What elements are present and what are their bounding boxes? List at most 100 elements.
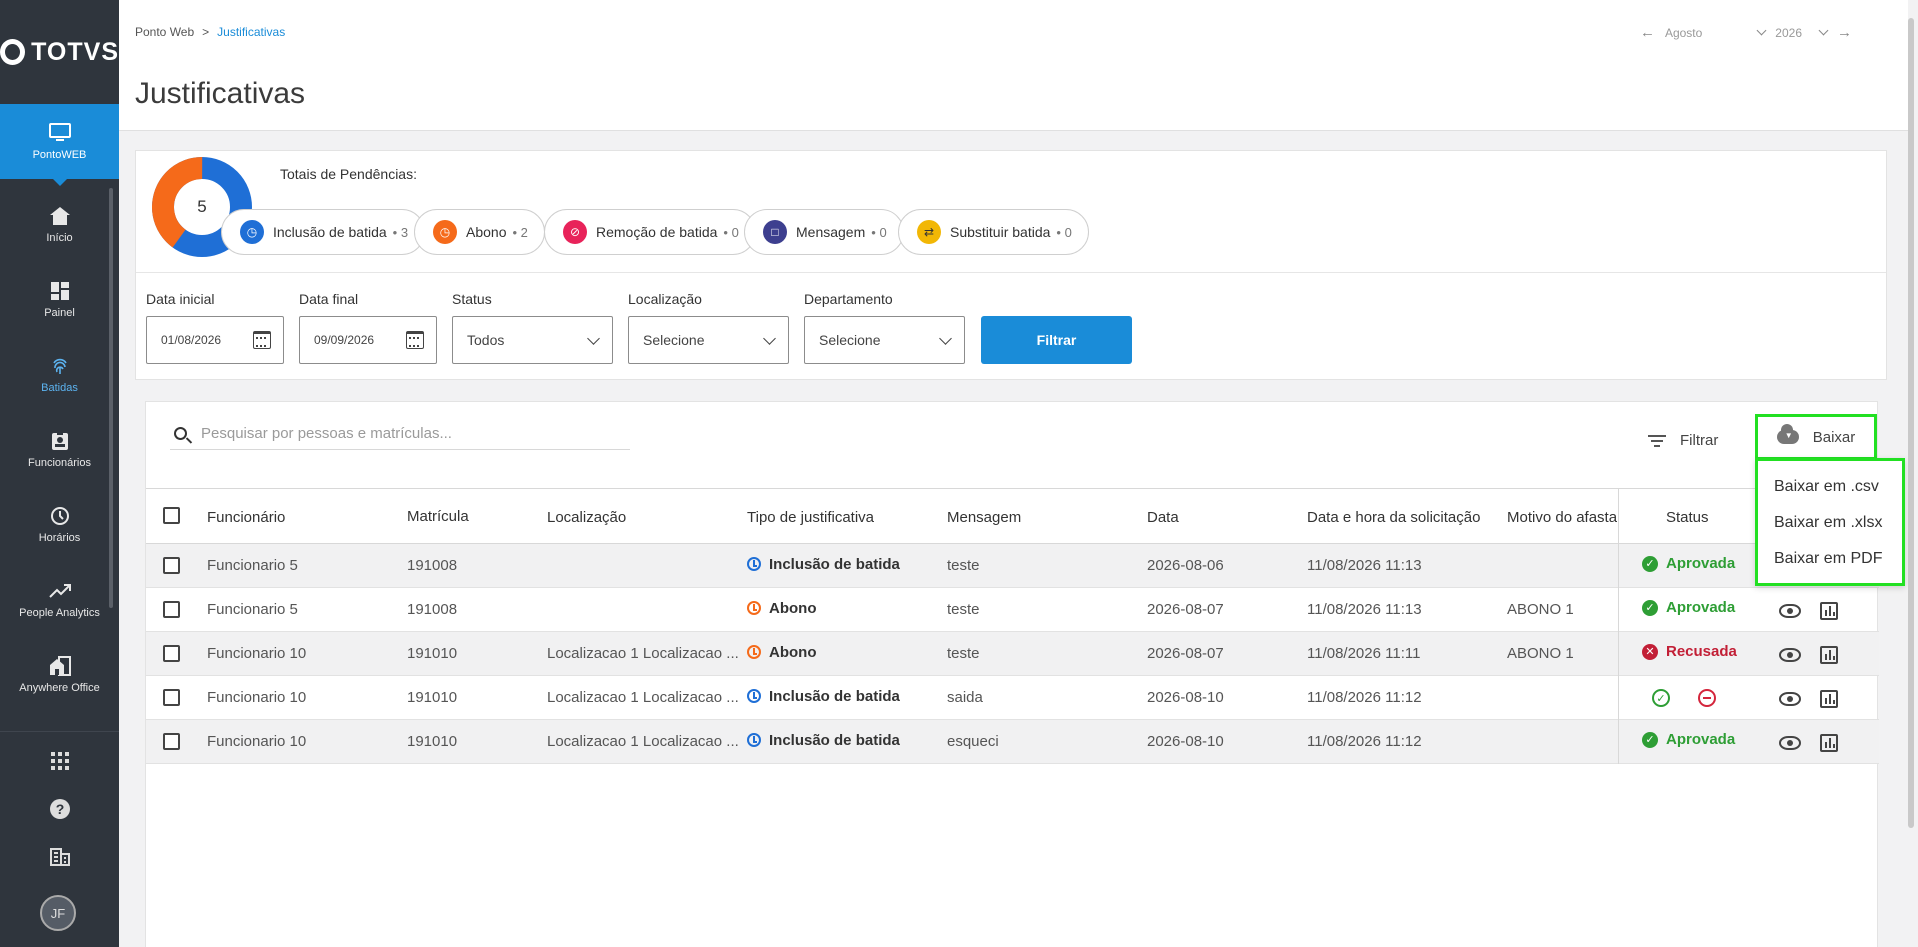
sidebar-item-people-analytics[interactable]: People Analytics xyxy=(0,562,119,637)
search-input[interactable] xyxy=(201,425,601,442)
status-badge: ✓ Aprovada xyxy=(1642,599,1735,616)
cell-type: Inclusão de batida xyxy=(747,732,900,749)
help-icon[interactable]: ? xyxy=(0,798,119,826)
sidebar-item-painel[interactable]: Painel xyxy=(0,262,119,337)
cell-message: teste xyxy=(947,645,980,662)
bar-chart-icon[interactable] xyxy=(1820,734,1838,752)
sidebar-item-horarios[interactable]: Horários xyxy=(0,487,119,562)
page-scrollbar[interactable] xyxy=(1908,18,1914,828)
chip-count: 0 xyxy=(1064,224,1072,240)
calendar-icon[interactable] xyxy=(253,331,271,349)
breadcrumb-ponto-web[interactable]: Ponto Web xyxy=(135,25,194,39)
cell-type: Abono xyxy=(747,600,816,617)
trending-up-icon xyxy=(48,580,72,602)
cell-location: Localizacao 1 Localizacao ... xyxy=(547,645,739,662)
cell-employee: Funcionario 10 xyxy=(207,733,307,750)
totvs-logo[interactable]: TOTVS xyxy=(0,0,119,104)
download-label: Baixar xyxy=(1812,428,1856,446)
department-select[interactable]: Selecione xyxy=(804,316,965,364)
sidebar-item-inicio[interactable]: Início xyxy=(0,187,119,262)
sidebar-item-label: Anywhere Office xyxy=(19,682,100,694)
status-label: Aprovada xyxy=(1666,599,1736,616)
home-icon xyxy=(48,205,72,227)
view-icon[interactable] xyxy=(1779,692,1801,706)
filter-list-icon xyxy=(1648,434,1666,447)
column-header[interactable]: Matrícula xyxy=(407,508,469,525)
pending-summary-card: 5 Totais de Pendências: ◷ Inclusão de ba… xyxy=(135,150,1887,380)
alarm-icon xyxy=(747,733,761,747)
bar-chart-icon[interactable] xyxy=(1820,602,1838,620)
sidebar-item-label: Início xyxy=(46,232,73,244)
column-header[interactable]: Data e hora da solicitação xyxy=(1307,509,1480,526)
menu-item-xlsx[interactable]: Baixar em .xlsx xyxy=(1774,514,1882,532)
arrow-left-icon[interactable]: ← xyxy=(1640,24,1655,41)
row-checkbox[interactable] xyxy=(163,557,180,574)
sidebar-scrollbar[interactable] xyxy=(109,188,113,608)
row-checkbox[interactable] xyxy=(163,689,180,706)
building-icon[interactable] xyxy=(0,846,119,872)
alarm-icon xyxy=(747,689,761,703)
start-date-value: 01/08/2026 xyxy=(161,333,222,347)
check-circle-icon: ✓ xyxy=(1642,731,1658,748)
sidebar-item-label: PontoWEB xyxy=(32,149,87,161)
approve-button[interactable]: ✓ xyxy=(1652,689,1670,707)
chip-inclusao-batida[interactable]: ◷ Inclusão de batida • 3 xyxy=(221,209,426,255)
end-date-value: 09/09/2026 xyxy=(314,333,375,347)
monitor-icon xyxy=(48,122,72,144)
sidebar-item-pontoweb[interactable]: PontoWEB xyxy=(0,104,119,186)
avatar[interactable]: JF xyxy=(40,895,76,931)
column-header[interactable]: Localização xyxy=(547,509,626,526)
calendar-icon[interactable] xyxy=(406,331,424,349)
chip-remocao-batida[interactable]: ⊘ Remoção de batida • 0 xyxy=(544,209,756,255)
chip-abono[interactable]: ◷ Abono • 2 xyxy=(414,209,545,255)
chip-mensagem[interactable]: □ Mensagem • 0 xyxy=(744,209,904,255)
chip-substituir-batida[interactable]: ⇄ Substituir batida • 0 xyxy=(898,209,1089,255)
download-button[interactable]: Baixar xyxy=(1755,414,1877,460)
cell-location: Localizacao 1 Localizacao ... xyxy=(547,733,739,750)
start-date-input[interactable]: 01/08/2026 xyxy=(146,316,284,364)
cell-type-label: Inclusão de batida xyxy=(769,556,900,573)
alarm-off-icon: ⊘ xyxy=(563,220,587,244)
column-header[interactable]: Data xyxy=(1147,509,1179,526)
row-checkbox[interactable] xyxy=(163,645,180,662)
view-icon[interactable] xyxy=(1779,736,1801,750)
column-header[interactable]: Motivo do afasta xyxy=(1507,509,1617,526)
cell-type-label: Inclusão de batida xyxy=(769,688,900,705)
breadcrumb-separator: > xyxy=(202,25,210,39)
status-label: Status xyxy=(452,291,492,307)
view-icon[interactable] xyxy=(1779,648,1801,662)
month-select[interactable]: Agosto xyxy=(1665,26,1767,40)
table-filter-button[interactable]: Filtrar xyxy=(1648,432,1718,449)
arrow-right-icon[interactable]: → xyxy=(1837,24,1852,41)
bar-chart-icon[interactable] xyxy=(1820,646,1838,664)
location-select[interactable]: Selecione xyxy=(628,316,789,364)
column-header[interactable]: Funcionário xyxy=(207,509,285,526)
cell-requested: 11/08/2026 11:12 xyxy=(1307,733,1422,750)
cell-location: Localizacao 1 Localizacao ... xyxy=(547,689,739,706)
cell-type-label: Inclusão de batida xyxy=(769,732,900,749)
row-checkbox[interactable] xyxy=(163,601,180,618)
bar-chart-icon[interactable] xyxy=(1820,690,1838,708)
menu-item-pdf[interactable]: Baixar em PDF xyxy=(1774,550,1882,568)
alarm-icon xyxy=(747,601,761,615)
column-header[interactable]: Mensagem xyxy=(947,509,1021,526)
select-all-checkbox[interactable] xyxy=(163,507,180,524)
column-header[interactable]: Tipo de justificativa xyxy=(747,509,874,526)
row-checkbox[interactable] xyxy=(163,733,180,750)
view-icon[interactable] xyxy=(1779,604,1801,618)
check-circle-icon: ✓ xyxy=(1642,555,1658,572)
cell-reason: ABONO 1 xyxy=(1507,601,1574,618)
reject-button[interactable] xyxy=(1698,689,1716,707)
sidebar-item-anywhere-office[interactable]: Anywhere Office xyxy=(0,637,119,712)
sidebar-item-batidas[interactable]: Batidas xyxy=(0,337,119,412)
menu-item-csv[interactable]: Baixar em .csv xyxy=(1774,478,1879,496)
sidebar-item-funcionarios[interactable]: Funcionários xyxy=(0,412,119,487)
year-select[interactable]: 2026 xyxy=(1775,26,1829,40)
chevron-down-icon xyxy=(763,331,776,345)
status-select[interactable]: Todos xyxy=(452,316,613,364)
chip-label: Abono xyxy=(466,224,507,240)
page-header: Ponto Web > Justificativas Justificativas … xyxy=(119,0,1908,131)
end-date-input[interactable]: 09/09/2026 xyxy=(299,316,437,364)
filter-submit-button[interactable]: Filtrar xyxy=(981,316,1132,364)
apps-icon[interactable] xyxy=(0,752,119,776)
